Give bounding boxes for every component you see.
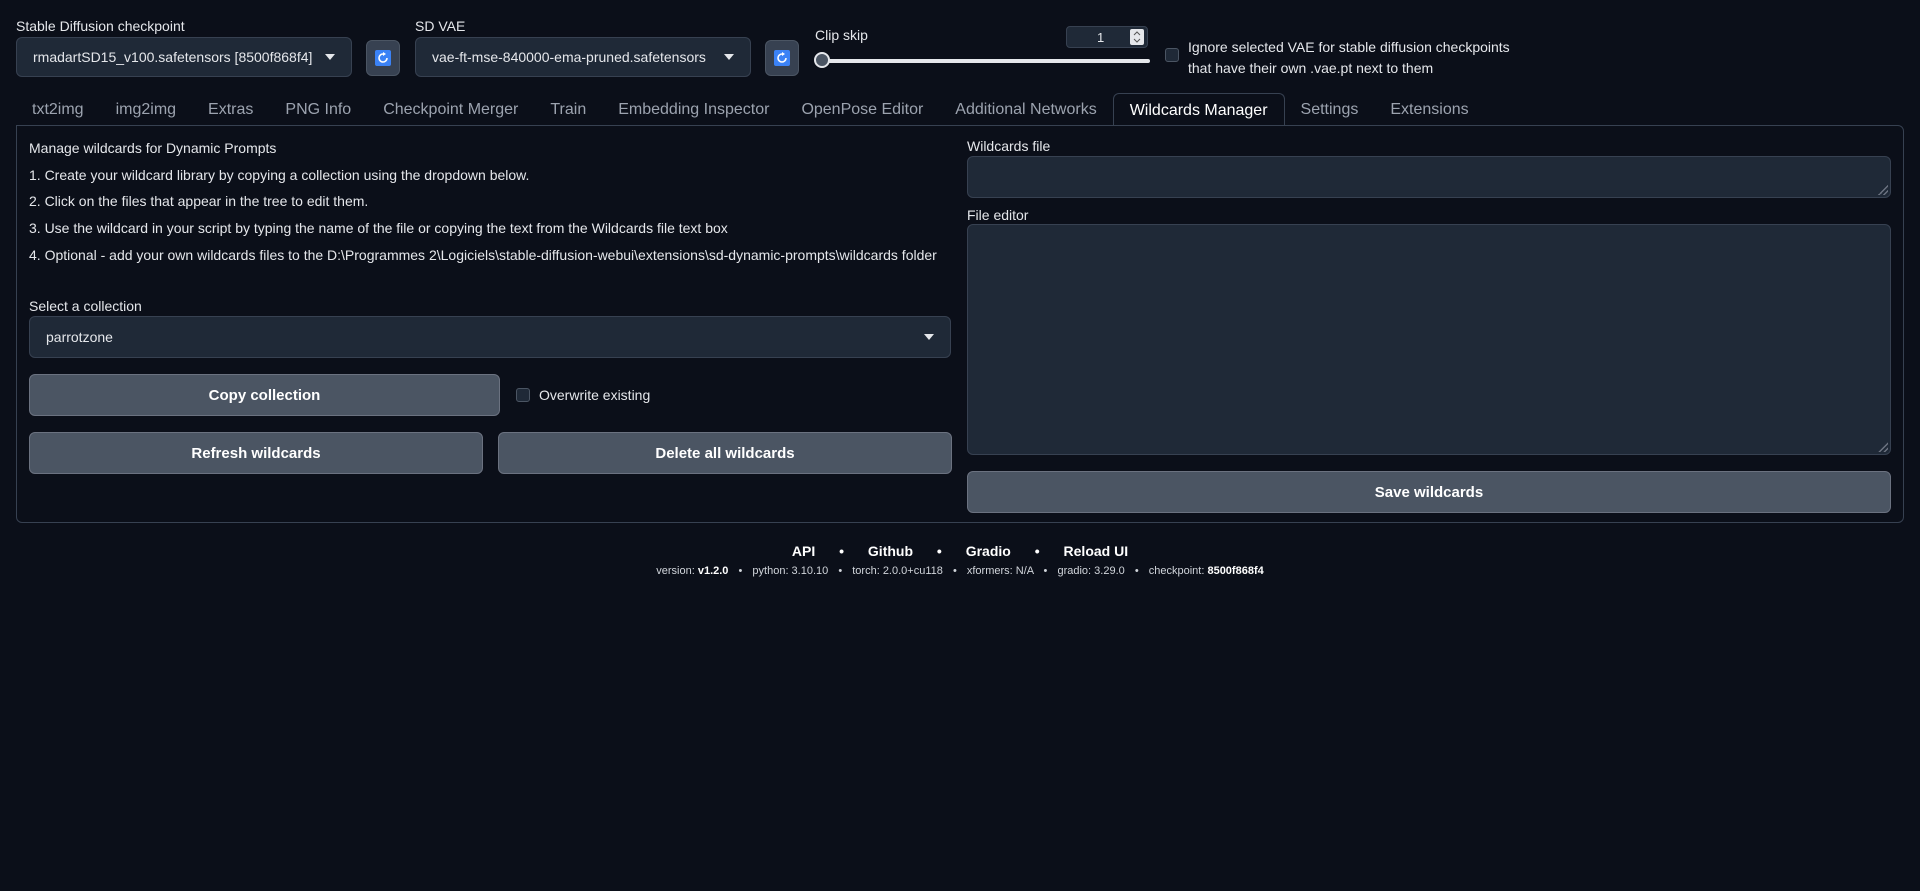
delete-all-wildcards-button[interactable]: Delete all wildcards <box>498 432 952 474</box>
tab-img2img[interactable]: img2img <box>100 93 192 126</box>
copy-collection-button[interactable]: Copy collection <box>29 374 500 416</box>
instruction-step-3: 3. Use the wildcard in your script by ty… <box>29 220 728 236</box>
resize-handle-icon[interactable] <box>1878 185 1888 195</box>
tab-settings[interactable]: Settings <box>1285 93 1375 126</box>
clip-skip-slider-handle[interactable] <box>814 52 830 68</box>
collection-dropdown[interactable]: parrotzone <box>29 316 951 358</box>
resize-handle-icon[interactable] <box>1878 442 1888 452</box>
vae-value: vae-ft-mse-840000-ema-pruned.safetensors <box>432 49 706 65</box>
checkpoint-label: Stable Diffusion checkpoint <box>16 18 185 34</box>
footer-link-reload-ui[interactable]: Reload UI <box>1064 543 1129 559</box>
checkpoint-value: rmadartSD15_v100.safetensors [8500f868f4… <box>33 49 313 65</box>
ignore-vae-label: Ignore selected VAE for stable diffusion… <box>1188 37 1510 79</box>
file-editor-textarea[interactable] <box>967 224 1891 455</box>
footer-bullet: • <box>839 543 845 559</box>
footer-bullet: • <box>1034 543 1040 559</box>
clip-skip-label: Clip skip <box>815 27 868 43</box>
tab-txt2img[interactable]: txt2img <box>16 93 100 126</box>
clip-skip-value: 1 <box>1097 30 1105 45</box>
footer-bullet: • <box>952 565 957 577</box>
chevron-down-icon <box>924 334 934 340</box>
wildcards-heading: Manage wildcards for Dynamic Prompts <box>29 140 277 156</box>
refresh-vae-button[interactable] <box>765 40 799 76</box>
wildcards-file-label: Wildcards file <box>967 138 1051 154</box>
footer-link-gradio[interactable]: Gradio <box>966 543 1011 559</box>
ignore-vae-checkbox[interactable] <box>1165 48 1179 62</box>
clip-skip-number-input[interactable]: 1 <box>1066 26 1148 48</box>
checkpoint-dropdown[interactable]: rmadartSD15_v100.safetensors [8500f868f4… <box>16 37 352 77</box>
chevron-down-icon <box>325 54 335 60</box>
chevron-down-icon <box>724 54 734 60</box>
footer-bullet: • <box>936 543 942 559</box>
footer-bullet: • <box>838 565 843 577</box>
overwrite-existing-checkbox[interactable] <box>516 388 530 402</box>
python-version: python: 3.10.10 <box>752 565 829 577</box>
torch-version: torch: 2.0.0+cu118 <box>852 565 943 577</box>
refresh-icon <box>774 50 790 66</box>
instruction-step-2: 2. Click on the files that appear in the… <box>29 193 369 209</box>
tab-train[interactable]: Train <box>534 93 602 126</box>
tab-additional-networks[interactable]: Additional Networks <box>939 93 1112 126</box>
tab-checkpoint-merger[interactable]: Checkpoint Merger <box>367 93 534 126</box>
footer-links: API • Github • Gradio • Reload UI <box>0 543 1920 559</box>
collection-value: parrotzone <box>46 329 113 345</box>
ignore-vae-line1: Ignore selected VAE for stable diffusion… <box>1188 39 1510 55</box>
tab-png-info[interactable]: PNG Info <box>269 93 367 126</box>
footer-bullet: • <box>1134 565 1139 577</box>
tab-extras[interactable]: Extras <box>192 93 269 126</box>
footer-bullet: • <box>1043 565 1048 577</box>
tab-wildcards-manager[interactable]: Wildcards Manager <box>1112 93 1285 126</box>
wildcards-file-textbox[interactable] <box>967 156 1891 198</box>
refresh-icon <box>375 50 391 66</box>
version-label: version: <box>656 565 695 577</box>
gradio-version: gradio: 3.29.0 <box>1057 565 1125 577</box>
save-wildcards-button[interactable]: Save wildcards <box>967 471 1891 513</box>
ignore-vae-line2: that have their own .vae.pt next to them <box>1188 60 1434 76</box>
xformers-version: xformers: N/A <box>966 565 1034 577</box>
refresh-checkpoint-button[interactable] <box>366 40 400 76</box>
refresh-wildcards-button[interactable]: Refresh wildcards <box>29 432 483 474</box>
main-tabs: txt2img img2img Extras PNG Info Checkpoint M… <box>16 93 1485 126</box>
instruction-step-4: 4. Optional - add your own wildcards fil… <box>29 247 937 263</box>
overwrite-existing-label: Overwrite existing <box>539 387 651 403</box>
footer-version-info: version: v1.2.0 • python: 3.10.10 • torc… <box>0 565 1920 577</box>
tab-openpose-editor[interactable]: OpenPose Editor <box>785 93 939 126</box>
checkpoint-hash-value: 8500f868f4 <box>1207 565 1264 577</box>
instruction-step-1: 1. Create your wildcard library by copyi… <box>29 167 530 183</box>
footer-link-github[interactable]: Github <box>868 543 913 559</box>
footer-link-api[interactable]: API <box>792 543 815 559</box>
file-editor-label: File editor <box>967 207 1029 223</box>
checkpoint-hash-label: checkpoint: <box>1148 565 1205 577</box>
tab-extensions[interactable]: Extensions <box>1374 93 1484 126</box>
vae-dropdown[interactable]: vae-ft-mse-840000-ema-pruned.safetensors <box>415 37 751 77</box>
tab-embedding-inspector[interactable]: Embedding Inspector <box>602 93 785 126</box>
stepper-icon[interactable] <box>1130 29 1144 45</box>
version-value: v1.2.0 <box>697 565 729 577</box>
footer-bullet: • <box>738 565 743 577</box>
collection-label: Select a collection <box>29 298 142 314</box>
clip-skip-slider-track[interactable] <box>814 52 1150 68</box>
vae-label: SD VAE <box>415 18 466 34</box>
